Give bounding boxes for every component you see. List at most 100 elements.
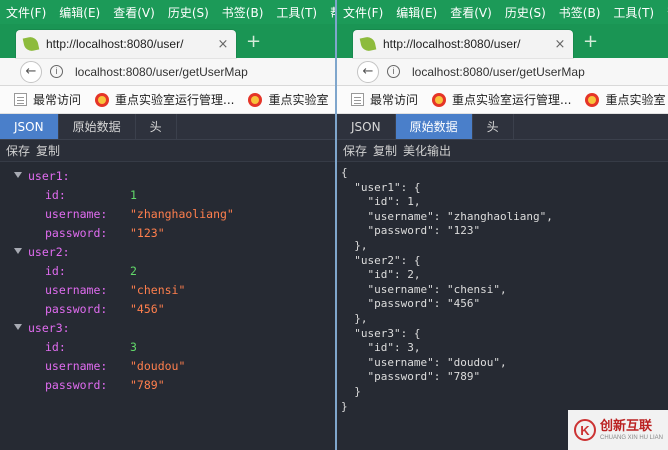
tree-node[interactable]: user2: xyxy=(0,242,335,261)
field-key: password: xyxy=(45,377,108,392)
field-key: id: xyxy=(45,339,66,354)
field-key: id: xyxy=(45,187,66,202)
expand-arrow-icon[interactable] xyxy=(14,248,22,254)
pretty-print-button[interactable]: 美化输出 xyxy=(403,142,451,159)
copy-button[interactable]: 复制 xyxy=(36,142,60,159)
watermark: K 创新互联 CHUANG XIN HU LIAN xyxy=(568,410,668,450)
field-value: 1 xyxy=(130,187,137,202)
raw-line: "username": "zhanghaoliang", xyxy=(341,209,553,223)
bookmark-most-visited[interactable]: 最常访问 xyxy=(14,91,81,108)
field-key: username: xyxy=(45,206,108,221)
raw-line: } xyxy=(341,384,361,398)
bookmark-lab-management[interactable]: 重点实验室运行管理... xyxy=(95,91,234,108)
raw-line: "password": "789" xyxy=(341,370,481,384)
tab-headers[interactable]: 头 xyxy=(136,114,177,139)
menu-bar: 文件(F) 编辑(E) 查看(V) 历史(S) 书签(B) 工具(T) 帮 xyxy=(0,0,335,24)
info-icon[interactable]: i xyxy=(50,65,63,78)
org-logo-icon xyxy=(95,92,110,107)
tab-json[interactable]: JSON xyxy=(337,114,396,139)
raw-line: "user3": { xyxy=(341,326,421,340)
tree-field-row: password: "456" xyxy=(0,299,335,318)
navigation-bar: ← i localhost:8080/user/getUserMap xyxy=(0,58,335,86)
viewer-toolbar: 保存 复制 xyxy=(0,140,335,162)
leaf-favicon-icon xyxy=(359,35,377,53)
tab-headers[interactable]: 头 xyxy=(473,114,514,139)
browser-tab[interactable]: http://localhost:8080/user/ × xyxy=(353,30,573,58)
back-arrow-icon[interactable]: ← xyxy=(20,60,42,83)
menu-history[interactable]: 历史(S) xyxy=(168,4,209,21)
tree-field-row: id: 3 xyxy=(0,337,335,356)
raw-line: { xyxy=(341,166,348,179)
raw-line: "user1": { xyxy=(341,180,421,194)
field-key: username: xyxy=(45,358,108,373)
tree-node-key: user3: xyxy=(28,320,70,335)
folder-icon xyxy=(351,93,364,106)
bookmark-label: 最常访问 xyxy=(370,93,419,107)
menu-edit[interactable]: 编辑(E) xyxy=(396,4,437,21)
field-value: "789" xyxy=(130,377,165,392)
menu-bar: 文件(F) 编辑(E) 查看(V) 历史(S) 书签(B) 工具(T) 帮 xyxy=(337,0,668,24)
org-logo-icon xyxy=(432,92,447,107)
tree-field-row: id: 1 xyxy=(0,185,335,204)
browser-tab[interactable]: http://localhost:8080/user/ × xyxy=(16,30,236,58)
raw-line: "username": "doudou", xyxy=(341,355,507,369)
tree-node[interactable]: user3: xyxy=(0,318,335,337)
info-icon[interactable]: i xyxy=(387,65,400,78)
new-tab-button[interactable]: + xyxy=(246,33,261,51)
expand-arrow-icon[interactable] xyxy=(14,172,22,178)
menu-tools[interactable]: 工具(T) xyxy=(276,4,317,21)
expand-arrow-icon[interactable] xyxy=(14,324,22,330)
tab-strip: http://localhost:8080/user/ × + xyxy=(337,24,668,58)
tree-field-row: username: "doudou" xyxy=(0,356,335,375)
menu-edit[interactable]: 编辑(E) xyxy=(59,4,100,21)
menu-file[interactable]: 文件(F) xyxy=(343,4,383,21)
bookmark-label: 重点实验室运行管理... xyxy=(115,93,235,107)
field-key: username: xyxy=(45,282,108,297)
field-value: "doudou" xyxy=(130,358,186,373)
copy-button[interactable]: 复制 xyxy=(373,142,397,159)
menu-file[interactable]: 文件(F) xyxy=(6,4,46,21)
raw-line: "id": 1, xyxy=(341,195,421,209)
tab-json[interactable]: JSON xyxy=(0,114,59,139)
tree-field-row: username: "chensi" xyxy=(0,280,335,299)
tree-field-row: password: "123" xyxy=(0,223,335,242)
raw-line: "id": 2, xyxy=(341,268,421,282)
new-tab-button[interactable]: + xyxy=(583,33,598,51)
menu-bookmarks[interactable]: 书签(B) xyxy=(559,4,601,21)
menu-view[interactable]: 查看(V) xyxy=(450,4,492,21)
viewer-tabs: JSON 原始数据 头 xyxy=(337,114,668,140)
tree-node[interactable]: user1: xyxy=(0,166,335,185)
bookmark-lab[interactable]: 重点实验室 xyxy=(248,91,328,108)
menu-tools[interactable]: 工具(T) xyxy=(613,4,654,21)
menu-bookmarks[interactable]: 书签(B) xyxy=(222,4,264,21)
field-value: 2 xyxy=(130,263,137,278)
watermark-subtext: CHUANG XIN HU LIAN xyxy=(600,434,664,441)
screenshot: 文件(F) 编辑(E) 查看(V) 历史(S) 书签(B) 工具(T) 帮 ht… xyxy=(0,0,668,450)
bookmark-lab[interactable]: 重点实验室 xyxy=(585,91,665,108)
bookmark-most-visited[interactable]: 最常访问 xyxy=(351,91,418,108)
org-logo-icon xyxy=(585,92,600,107)
save-button[interactable]: 保存 xyxy=(343,142,367,159)
raw-line: "username": "chensi", xyxy=(341,282,507,296)
raw-line: "password": "456" xyxy=(341,297,481,311)
tab-raw-data[interactable]: 原始数据 xyxy=(59,114,136,139)
raw-line: "user2": { xyxy=(341,253,421,267)
tab-raw-data[interactable]: 原始数据 xyxy=(395,114,473,139)
menu-view[interactable]: 查看(V) xyxy=(113,4,155,21)
field-value: "123" xyxy=(130,225,165,240)
leaf-favicon-icon xyxy=(22,35,40,53)
bookmarks-bar: 最常访问 重点实验室运行管理... 重点实验室 xyxy=(337,86,668,114)
bookmark-lab-management[interactable]: 重点实验室运行管理... xyxy=(432,91,571,108)
address-bar[interactable]: localhost:8080/user/getUserMap xyxy=(412,65,585,79)
watermark-text: 创新互联 xyxy=(600,418,653,434)
address-bar[interactable]: localhost:8080/user/getUserMap xyxy=(75,65,248,79)
field-value: "456" xyxy=(130,301,165,316)
raw-line: "password": "123" xyxy=(341,224,481,238)
close-tab-icon[interactable]: × xyxy=(214,37,232,52)
field-value: "chensi" xyxy=(130,282,186,297)
close-tab-icon[interactable]: × xyxy=(551,37,569,52)
menu-history[interactable]: 历史(S) xyxy=(505,4,546,21)
viewer-toolbar: 保存 复制 美化输出 xyxy=(337,140,668,162)
back-arrow-icon[interactable]: ← xyxy=(357,60,379,83)
save-button[interactable]: 保存 xyxy=(6,142,30,159)
